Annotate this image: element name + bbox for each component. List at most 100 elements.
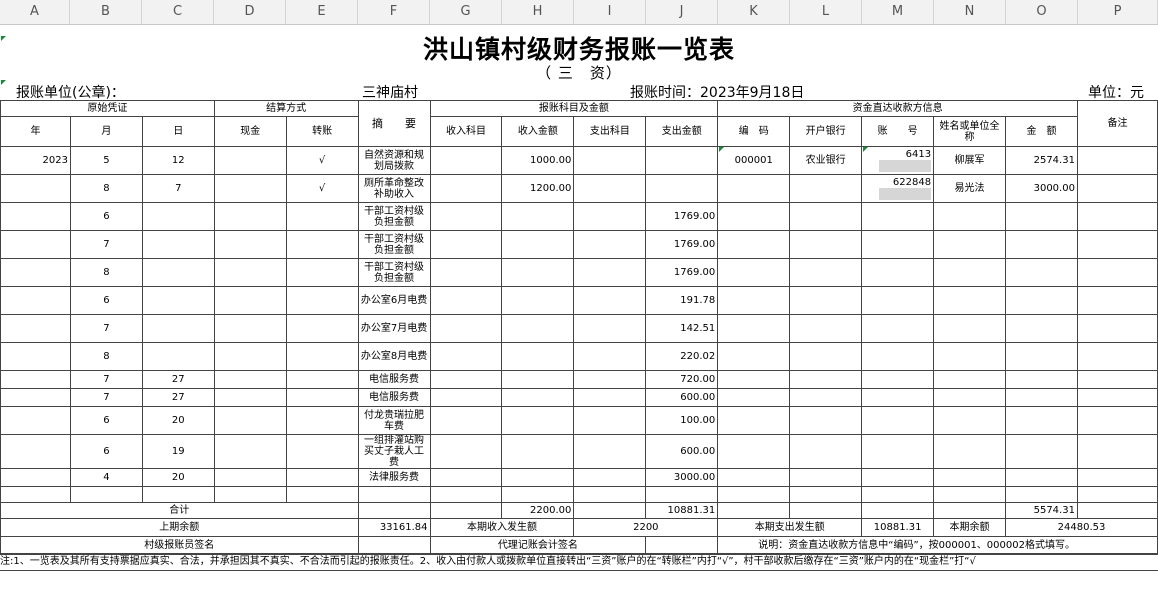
income-amount-cell[interactable] [501,258,575,287]
cash-cell[interactable] [213,486,287,503]
remarks-cell[interactable] [1076,202,1158,231]
expense-amount-cell[interactable]: 220.02 [645,342,719,371]
day-cell[interactable] [141,486,215,503]
remarks-cell[interactable] [1076,342,1158,371]
month-cell[interactable]: 6 [69,406,143,435]
total-income-amount[interactable]: 2200.00 [501,502,575,519]
year-cell[interactable] [0,174,71,203]
clerk-signature-field[interactable] [357,536,431,555]
income-subject-cell[interactable] [429,202,503,231]
cash-cell[interactable] [213,174,287,203]
code-cell[interactable] [717,286,791,315]
account-cell[interactable] [861,370,935,389]
prev-balance-value[interactable]: 33161.84 [357,518,431,537]
amount-cell[interactable] [1005,342,1078,371]
account-cell[interactable] [861,406,935,435]
column-header-c[interactable]: C [142,0,214,24]
income-subject-cell[interactable] [429,388,503,407]
amount-cell[interactable]: 3000.00 [1005,174,1078,203]
remarks-cell[interactable] [1076,230,1158,259]
remarks-cell[interactable] [1076,468,1158,487]
name-cell[interactable] [933,434,1006,469]
memo-cell[interactable]: 办公室7月电费 [357,314,431,343]
expense-subject-cell[interactable] [573,286,647,315]
cash-cell[interactable] [213,434,287,469]
month-cell[interactable]: 6 [69,286,143,315]
bank-cell[interactable] [789,314,863,343]
memo-cell[interactable]: 一组排灌站购买丈子栽人工费 [357,434,431,469]
total-payee-amount[interactable]: 5574.31 [1005,502,1078,519]
account-cell[interactable] [861,258,935,287]
bank-cell[interactable] [789,342,863,371]
month-cell[interactable] [69,486,143,503]
totals-cell[interactable] [789,502,863,519]
month-cell[interactable]: 6 [69,434,143,469]
account-cell[interactable]: 6413 [861,146,935,175]
totals-cell[interactable] [933,502,1006,519]
name-cell[interactable] [933,486,1006,503]
memo-cell[interactable]: 付龙贵瑞拉肥车费 [357,406,431,435]
account-cell[interactable] [861,230,935,259]
income-amount-cell[interactable] [501,342,575,371]
year-cell[interactable] [0,342,71,371]
code-cell[interactable]: 000001 [717,146,791,175]
code-cell[interactable] [717,468,791,487]
cash-cell[interactable] [213,314,287,343]
memo-cell[interactable]: 办公室6月电费 [357,286,431,315]
expense-amount-cell[interactable]: 1769.00 [645,202,719,231]
code-cell[interactable] [717,258,791,287]
memo-cell[interactable]: 干部工资村级负担金额 [357,202,431,231]
account-cell[interactable] [861,314,935,343]
year-cell[interactable] [0,258,71,287]
transfer-cell[interactable] [285,468,359,487]
day-cell[interactable]: 12 [141,146,215,175]
totals-cell[interactable] [573,502,647,519]
cash-cell[interactable] [213,286,287,315]
code-cell[interactable] [717,174,791,203]
expense-subject-cell[interactable] [573,230,647,259]
year-cell[interactable] [0,370,71,389]
cash-cell[interactable] [213,258,287,287]
name-cell[interactable] [933,388,1006,407]
income-amount-cell[interactable] [501,468,575,487]
day-cell[interactable] [141,258,215,287]
expense-subject-cell[interactable] [573,202,647,231]
month-cell[interactable]: 7 [69,370,143,389]
expense-subject-cell[interactable] [573,146,647,175]
bank-cell[interactable] [789,202,863,231]
year-cell[interactable] [0,486,71,503]
day-cell[interactable]: 27 [141,370,215,389]
transfer-cell[interactable] [285,406,359,435]
day-cell[interactable]: 20 [141,406,215,435]
income-amount-cell[interactable] [501,486,575,503]
month-cell[interactable]: 8 [69,258,143,287]
amount-cell[interactable] [1005,202,1078,231]
code-cell[interactable] [717,342,791,371]
income-subject-cell[interactable] [429,486,503,503]
period-expense-value[interactable]: 10881.31 [861,518,935,537]
year-cell[interactable] [0,314,71,343]
transfer-cell[interactable] [285,434,359,469]
year-cell[interactable] [0,230,71,259]
column-header-h[interactable]: H [502,0,574,24]
code-cell[interactable] [717,230,791,259]
transfer-cell[interactable] [285,230,359,259]
income-subject-cell[interactable] [429,342,503,371]
column-header-e[interactable]: E [286,0,358,24]
transfer-cell[interactable]: √ [285,146,359,175]
income-subject-cell[interactable] [429,230,503,259]
bank-cell[interactable] [789,370,863,389]
memo-cell[interactable]: 干部工资村级负担金额 [357,230,431,259]
expense-subject-cell[interactable] [573,434,647,469]
expense-subject-cell[interactable] [573,388,647,407]
income-subject-cell[interactable] [429,406,503,435]
income-amount-cell[interactable] [501,370,575,389]
year-cell[interactable] [0,202,71,231]
memo-cell[interactable]: 电信服务费 [357,370,431,389]
bank-cell[interactable] [789,388,863,407]
income-amount-cell[interactable] [501,286,575,315]
bank-cell[interactable] [789,434,863,469]
column-header-f[interactable]: F [358,0,430,24]
expense-amount-cell[interactable] [645,174,719,203]
amount-cell[interactable] [1005,314,1078,343]
